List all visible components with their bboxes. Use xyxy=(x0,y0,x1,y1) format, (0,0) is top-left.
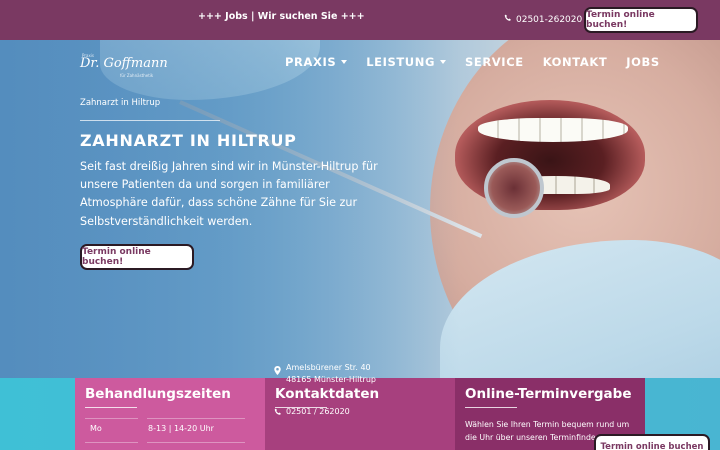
logo-name: Dr. Goffmann xyxy=(80,56,168,71)
contact-address[interactable]: Amelsbürener Str. 40 48165 Münster-Hiltr… xyxy=(274,362,376,386)
address-line-2: 48165 Münster-Hiltrup xyxy=(286,375,376,384)
opening-hours-day: Mo xyxy=(90,424,102,433)
nav-item-label: JOBS xyxy=(626,55,660,69)
logo-subtitle: für Zahnästhetik xyxy=(120,73,154,78)
nav-item-kontakt[interactable]: KONTAKT xyxy=(543,55,608,69)
hero-lead-text: Seit fast dreißig Jahren sind wir in Mün… xyxy=(80,160,378,228)
contact-title: Kontaktdaten xyxy=(275,386,380,402)
opening-hours-time: 8-13 | 14-20 Uhr xyxy=(148,424,214,433)
page-title: ZAHNARZT IN HILTRUP xyxy=(80,131,297,150)
phone-icon xyxy=(504,14,512,25)
jobs-announcement-link[interactable]: +++ Jobs | Wir suchen Sie +++ xyxy=(198,11,365,22)
caret-down-icon xyxy=(440,60,447,64)
online-booking-title: Online-Terminvergabe xyxy=(465,386,632,402)
opening-hours-title: Behandlungszeiten xyxy=(85,386,231,402)
map-pin-icon xyxy=(274,366,281,375)
topbar-phone[interactable]: 02501-262020 xyxy=(504,14,582,25)
breadcrumb-divider xyxy=(80,120,220,121)
title-underline xyxy=(465,407,517,408)
nav-item-label: SERVICE xyxy=(465,55,524,69)
nav-item-service[interactable]: SERVICE xyxy=(465,55,524,69)
nav-item-label: LEISTUNG xyxy=(366,55,436,69)
row-divider xyxy=(85,442,138,443)
nav-item-label: PRAXIS xyxy=(285,55,337,69)
row-divider xyxy=(147,442,245,443)
contact-phone-number: 02501 / 262020 xyxy=(286,407,350,416)
topbar-phone-number: 02501-262020 xyxy=(516,14,583,25)
nav-item-jobs[interactable]: JOBS xyxy=(626,55,660,69)
row-divider xyxy=(85,418,138,419)
hero-book-appointment-button[interactable]: Termin online buchen! xyxy=(80,244,194,270)
topbar-book-appointment-button[interactable]: Termin online buchen! xyxy=(584,7,698,33)
nav-item-label: KONTAKT xyxy=(542,55,608,69)
top-bar: +++ Jobs | Wir suchen Sie +++ 02501-2620… xyxy=(0,0,720,40)
title-underline xyxy=(85,407,137,408)
opening-hours-card: Behandlungszeiten Mo 8-13 | 14-20 Uhr xyxy=(75,378,265,450)
floating-book-appointment-button[interactable]: Termin online buchen xyxy=(594,434,710,450)
address-line-1: Amelsbürener Str. 40 xyxy=(286,363,371,372)
main-navigation: PRAXIS LEISTUNG SERVICE KONTAKT JOBS xyxy=(285,55,660,69)
phone-icon xyxy=(274,408,282,418)
nav-item-praxis[interactable]: PRAXIS xyxy=(285,55,348,69)
hero-image-dental-mirror xyxy=(484,158,544,218)
breadcrumb: Zahnarzt in Hiltrup xyxy=(80,98,161,108)
nav-item-leistung[interactable]: LEISTUNG xyxy=(366,55,447,69)
contact-phone[interactable]: 02501 / 262020 xyxy=(274,407,350,418)
row-divider xyxy=(147,418,245,419)
hero-image-teeth-top xyxy=(478,118,628,142)
caret-down-icon xyxy=(341,60,348,64)
